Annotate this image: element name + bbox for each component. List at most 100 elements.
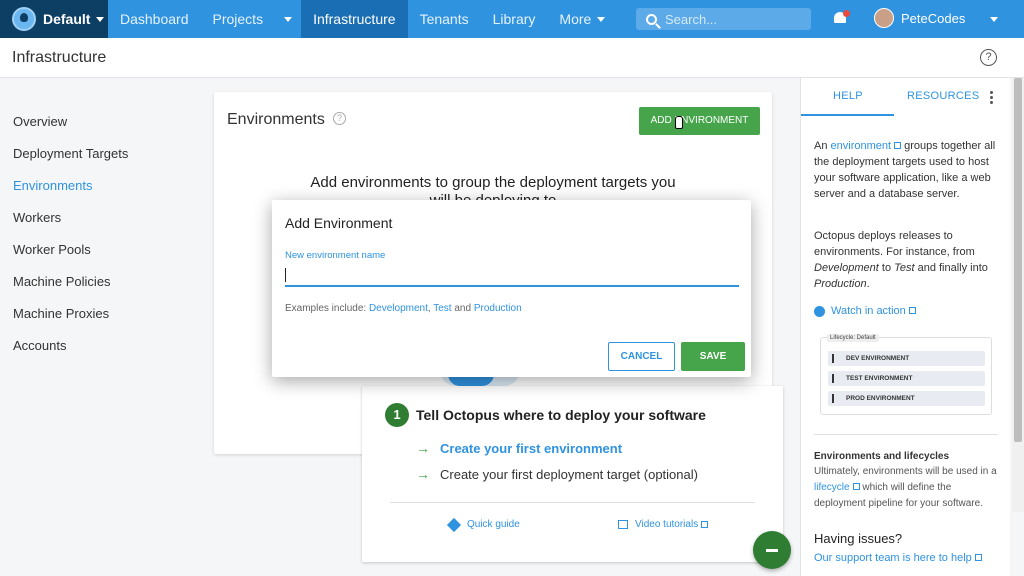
environment-name-input[interactable] (285, 264, 739, 287)
notifications-bell-icon[interactable] (833, 10, 850, 26)
page-header: Infrastructure ? (0, 38, 1024, 78)
user-menu[interactable]: PeteCodes (874, 8, 965, 28)
cancel-button[interactable]: CANCEL (608, 342, 675, 371)
step-number: 1 (385, 403, 409, 427)
search-icon (646, 13, 657, 25)
octopus-logo-icon (12, 7, 36, 31)
sidebar-item-worker-pools[interactable]: Worker Pools (0, 238, 200, 270)
save-button[interactable]: SAVE (681, 342, 745, 371)
text: Ultimately, environments will be used in… (814, 466, 997, 477)
play-icon (814, 305, 825, 317)
lifecycle-row: PROD ENVIRONMENT (828, 391, 985, 406)
help-paragraph-2: Octopus deploys releases to environments… (814, 230, 988, 290)
video-icon (618, 520, 628, 529)
text: Octopus deploys releases to environments… (814, 230, 975, 258)
sidebar-item-machine-proxies[interactable]: Machine Proxies (0, 302, 200, 334)
section-title: Environments and lifecycles (814, 451, 950, 462)
external-link-icon (908, 307, 916, 314)
sidebar-item-deployment-targets[interactable]: Deployment Targets (0, 142, 200, 174)
active-tab-indicator (801, 114, 894, 116)
video-tutorials-link[interactable]: Video tutorials (618, 519, 709, 530)
chevron-down-icon (597, 16, 606, 22)
field-label: New environment name (285, 250, 386, 261)
space-name: Default (43, 11, 91, 27)
sidebar-item-machine-policies[interactable]: Machine Policies (0, 270, 200, 302)
section-text: Ultimately, environments will be used in… (814, 464, 1000, 510)
text: Production (814, 278, 867, 290)
text: Test (894, 262, 915, 274)
external-link-icon (701, 521, 709, 528)
nav-tenants[interactable]: Tenants (408, 0, 481, 38)
quick-guide-icon (446, 517, 462, 532)
chevron-down-icon[interactable] (990, 17, 998, 22)
tab-help[interactable]: HELP (833, 90, 863, 102)
sidebar-item-environments[interactable]: Environments (0, 174, 200, 206)
scrollbar-thumb[interactable] (1014, 78, 1022, 442)
text-caret (285, 268, 286, 282)
pointer-cursor-icon (675, 116, 683, 129)
help-panel: HELP RESOURCES An environment groups tog… (800, 78, 1010, 576)
external-link-icon (852, 483, 860, 490)
lifecycle-diagram: Lifecycle: Default DEV ENVIRONMENT TEST … (820, 334, 992, 415)
onboarding-card: 1 Tell Octopus where to deploy your soft… (362, 386, 783, 562)
add-environment-button[interactable]: ADD ENVIRONMENT (639, 107, 760, 135)
user-name: PeteCodes (901, 10, 966, 26)
notification-dot (843, 10, 850, 17)
examples-hint: Examples include: Development, Test and … (285, 303, 522, 314)
nav-dashboard[interactable]: Dashboard (108, 0, 201, 38)
headline-line-1: Add environments to group the deployment… (310, 174, 676, 191)
sidebar-item-workers[interactable]: Workers (0, 206, 200, 238)
chevron-down-icon (284, 16, 293, 22)
external-link-icon (974, 554, 982, 561)
projects-dropdown[interactable] (275, 0, 301, 38)
tab-resources[interactable]: RESOURCES (907, 90, 979, 102)
sidebar-item-overview[interactable]: Overview (0, 110, 200, 142)
environment-link[interactable]: environment (831, 140, 892, 152)
example-production-link[interactable]: Production (474, 303, 522, 314)
nav-projects[interactable]: Projects (201, 0, 276, 38)
lifecycle-link[interactable]: lifecycle (814, 482, 850, 493)
divider (390, 502, 755, 503)
text: to (881, 262, 892, 274)
nav-library[interactable]: Library (481, 0, 548, 38)
quick-guide-link[interactable]: Quick guide (446, 517, 520, 532)
create-target-link[interactable]: → Create your first deployment target (o… (416, 466, 698, 482)
help-paragraph-1: An environment groups together all the d… (814, 138, 1000, 202)
video-tutorials-label: Video tutorials (635, 519, 699, 530)
sidebar-item-accounts[interactable]: Accounts (0, 334, 200, 366)
chevron-down-icon (96, 16, 105, 22)
page-title: Infrastructure (12, 49, 107, 66)
search-input[interactable]: Search... (636, 8, 811, 30)
help-icon[interactable]: ? (980, 49, 997, 66)
create-environment-link[interactable]: → Create your first environment (416, 440, 622, 456)
step-title: Tell Octopus where to deploy your softwa… (416, 407, 706, 423)
help-scrollbar[interactable] (1012, 78, 1024, 512)
text: An (814, 140, 828, 152)
collapse-fab-button[interactable] (753, 531, 791, 569)
help-icon[interactable]: ? (333, 112, 346, 125)
text: and finally into (917, 262, 988, 274)
watch-in-action-link[interactable]: Watch in action (814, 303, 1000, 319)
support-label: Our support team is here to help (814, 552, 972, 564)
lifecycle-row: TEST ENVIRONMENT (828, 371, 985, 386)
create-environment-label: Create your first environment (440, 440, 623, 456)
support-link[interactable]: Our support team is here to help (814, 552, 982, 564)
example-development-link[interactable]: Development (369, 303, 428, 314)
example-test-link[interactable]: Test (433, 303, 451, 314)
divider (814, 434, 998, 435)
external-link-icon (894, 142, 902, 149)
nav-more[interactable]: More (547, 0, 617, 38)
avatar (874, 8, 894, 28)
card-title: Environments (227, 111, 325, 128)
quick-guide-label: Quick guide (467, 519, 520, 530)
text: Development (814, 262, 879, 274)
space-switcher[interactable]: Default (0, 0, 108, 38)
search-placeholder: Search... (665, 11, 718, 27)
text: Examples include: (285, 303, 367, 314)
top-navigation: Default Dashboard Projects Infrastructur… (0, 0, 1024, 38)
more-vert-icon[interactable] (990, 91, 993, 106)
nav-infrastructure[interactable]: Infrastructure (301, 0, 408, 38)
arrow-right-icon: → (416, 440, 430, 456)
lifecycle-title: Lifecycle: Default (827, 334, 879, 342)
nav-more-label: More (559, 11, 592, 27)
